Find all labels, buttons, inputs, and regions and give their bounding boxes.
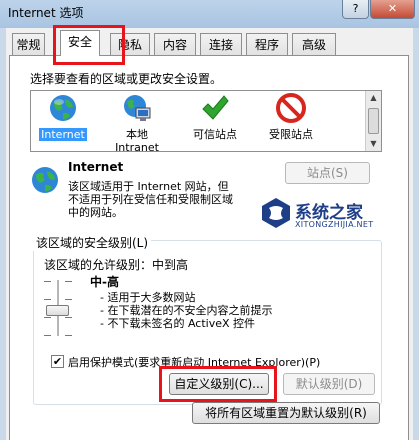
level-name: 中-高 [90, 275, 119, 289]
zone-label-2: Intranet [115, 141, 159, 154]
zone-description: 该区域适用于 Internet 网站，但 不适用于列在受信任和受限制区域 中的网… [68, 180, 288, 219]
zone-label: 可信站点 [193, 128, 237, 141]
default-level-button[interactable]: 默认级别(D) [283, 373, 375, 395]
slider-tick [44, 281, 51, 282]
slider-tick [65, 299, 72, 300]
check-icon [202, 95, 229, 120]
slider-tick [44, 299, 51, 300]
security-level-title: 该区域的安全级别(L) [33, 234, 152, 251]
slider-tick [65, 335, 72, 336]
zone-description-line: 不适用于列在受信任和受限制区域 [68, 193, 233, 206]
highlight-custom-level-button [159, 366, 277, 402]
zone-name: Internet [68, 160, 124, 174]
sites-button[interactable]: 站点(S) [285, 162, 370, 184]
zone-description-line: 该区域适用于 Internet 网站，但 [68, 180, 229, 193]
security-slider-thumb[interactable] [46, 305, 69, 316]
slider-tick [44, 335, 51, 336]
panel-content: 选择要查看的区域或更改安全设置。 Internet 本地 Intranet 可信… [0, 0, 419, 440]
highlight-security-tab [53, 25, 125, 65]
zone-local-intranet[interactable]: 本地 Intranet [101, 93, 173, 154]
zone-internet[interactable]: Internet [27, 93, 99, 141]
scroll-thumb[interactable] [368, 108, 379, 134]
watermark-logo-icon [262, 198, 290, 228]
scroll-up-icon[interactable]: ▲ [366, 91, 381, 105]
zone-list: Internet 本地 Intranet 可信站点 受限站点 ▲ ▼ [27, 90, 382, 154]
watermark-url: XITONGZHIJIA.NET [295, 220, 374, 229]
zone-trusted-sites[interactable]: 可信站点 [179, 93, 251, 141]
slider-tick [65, 281, 72, 282]
slider-tick [65, 317, 72, 318]
no-entry-icon [276, 93, 306, 123]
scroll-down-icon[interactable]: ▼ [366, 137, 381, 151]
reset-all-zones-button[interactable]: 将所有区域重置为默认级别(R) [192, 402, 380, 424]
zone-list-scrollbar[interactable]: ▲ ▼ [365, 91, 381, 151]
local-intranet-icon [124, 95, 151, 121]
globe-icon [50, 95, 76, 121]
allowed-levels-text: 该区域的允许级别：中到高 [44, 258, 189, 272]
slider-tick [44, 317, 51, 318]
zone-restricted-sites[interactable]: 受限站点 [255, 93, 327, 141]
watermark: 系统之家 XITONGZHIJIA.NET [259, 194, 409, 234]
zone-label: 受限站点 [269, 128, 313, 141]
level-bullet: - 不下载未签名的 ActiveX 控件 [100, 317, 256, 330]
globe-icon [32, 167, 58, 193]
zone-prompt: 选择要查看的区域或更改安全设置。 [30, 72, 223, 86]
zone-label: Internet [39, 128, 87, 141]
protected-mode-checkbox[interactable]: ✔ [51, 355, 64, 368]
zone-label: 本地 [126, 128, 148, 141]
zone-description-line: 中的网站。 [68, 206, 123, 219]
